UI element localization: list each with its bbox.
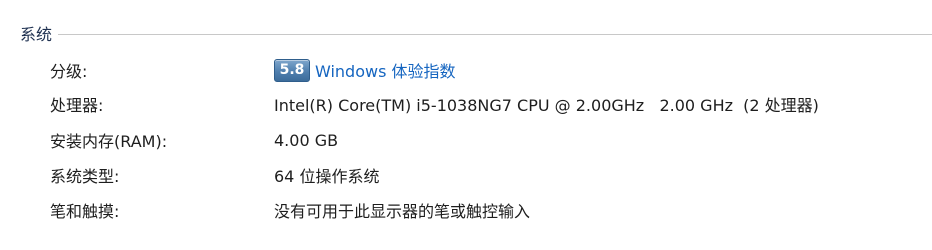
system-section-header: 系统 xyxy=(20,20,932,46)
system-type-label: 系统类型: xyxy=(50,167,120,186)
processor-label: 处理器: xyxy=(50,96,104,115)
pen-touch-label: 笔和触摸: xyxy=(50,202,120,221)
windows-experience-index-link[interactable]: Windows 体验指数 xyxy=(315,58,456,82)
rating-value: 5.8 Windows 体验指数 xyxy=(274,58,456,82)
pen-touch-value: 没有可用于此显示器的笔或触控输入 xyxy=(274,202,531,221)
rating-label: 分级: xyxy=(50,62,88,81)
rating-row: 分级: 5.8 Windows 体验指数 xyxy=(0,57,932,83)
ram-label: 安装内存(RAM): xyxy=(50,132,168,151)
experience-index-score-badge-icon[interactable]: 5.8 xyxy=(274,58,310,82)
pen-touch-row: 笔和触摸: 没有可用于此显示器的笔或触控输入 xyxy=(0,197,932,223)
processor-value: Intel(R) Core(TM) i5-1038NG7 CPU @ 2.00G… xyxy=(274,96,819,115)
ram-value: 4.00 GB xyxy=(274,130,339,150)
system-type-value: 64 位操作系统 xyxy=(274,167,380,186)
system-type-row: 系统类型: 64 位操作系统 xyxy=(0,162,932,188)
section-title: 系统 xyxy=(20,25,53,44)
ram-row: 安装内存(RAM): 4.00 GB xyxy=(0,127,932,153)
section-divider xyxy=(58,33,932,35)
processor-row: 处理器: Intel(R) Core(TM) i5-1038NG7 CPU @ … xyxy=(0,91,932,117)
